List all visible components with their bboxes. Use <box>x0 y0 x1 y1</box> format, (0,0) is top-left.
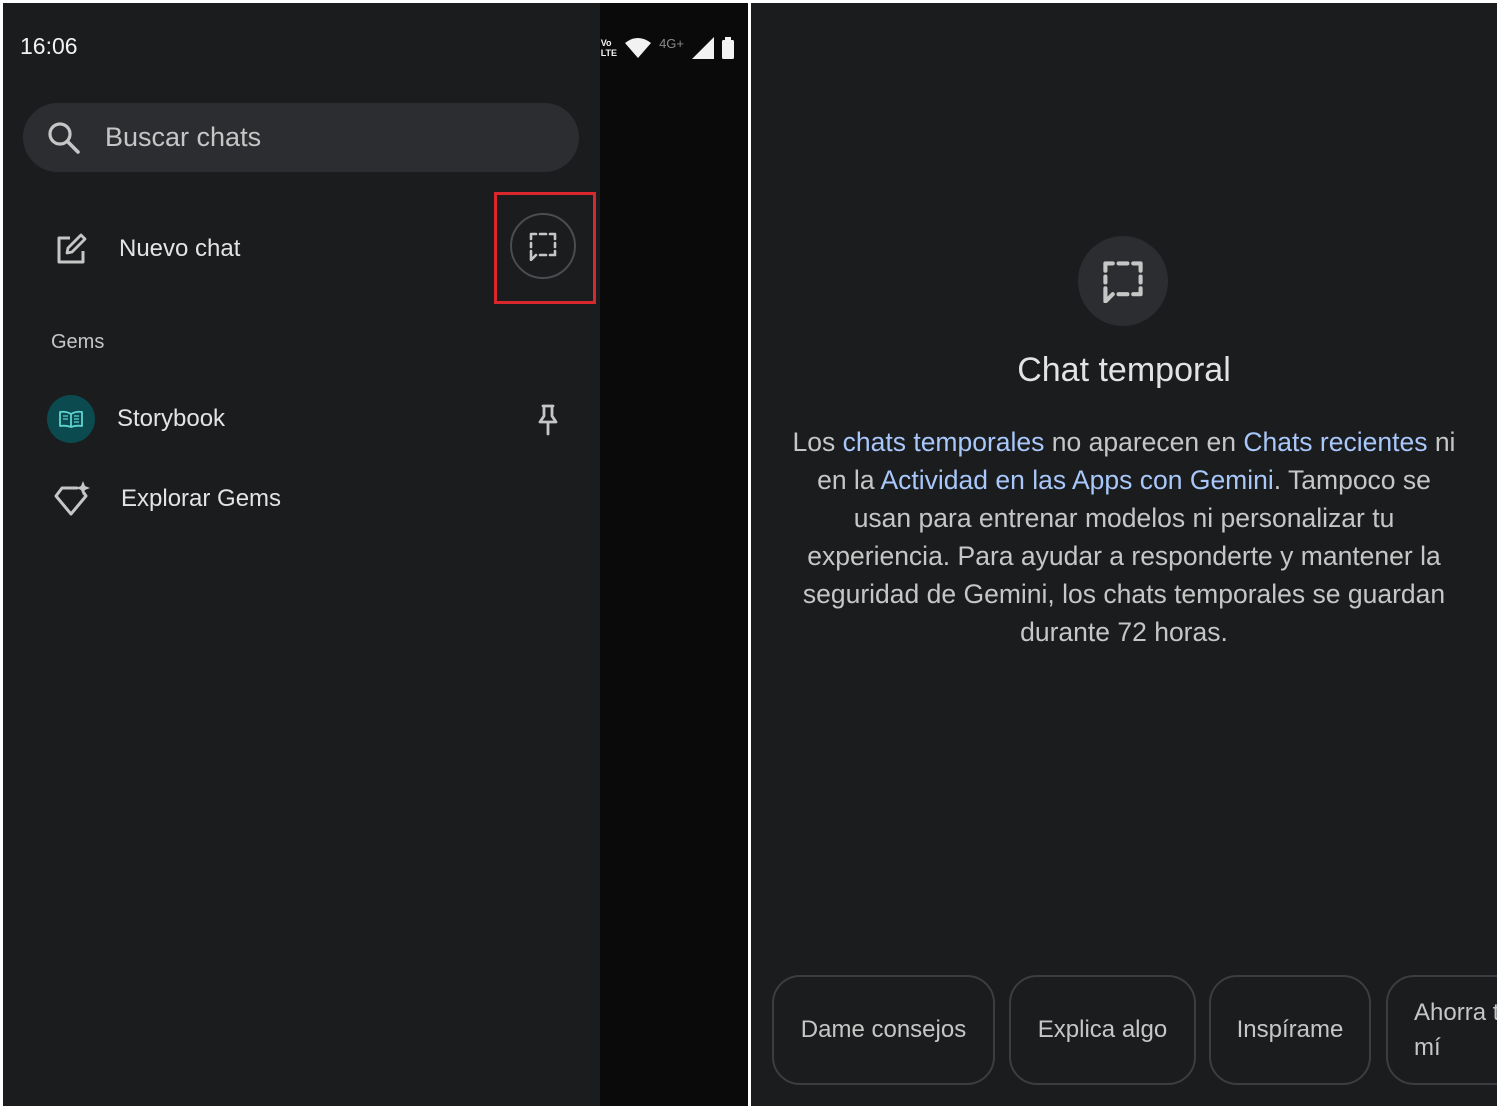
temporary-chat-button[interactable] <box>510 213 576 279</box>
temporary-chat-badge <box>1078 236 1168 326</box>
left-screen: 16:06 Vo LTE 4G+ Buscar chats Nuevo chat… <box>3 3 748 1106</box>
link-recent-chats[interactable]: Chats recientes <box>1243 427 1427 457</box>
status-time: 16:06 <box>20 33 78 59</box>
suggestion-chip-line: Ahorra t <box>1414 999 1497 1026</box>
book-icon <box>59 410 83 428</box>
volte-icon: Vo LTE <box>601 38 617 58</box>
suggestion-chip-save-time[interactable]: Ahorra t mí <box>1386 975 1497 1085</box>
pin-icon[interactable] <box>537 404 559 436</box>
new-chat-label: Nuevo chat <box>119 235 241 262</box>
edit-icon <box>57 233 87 264</box>
explore-gems-button[interactable]: Explorar Gems <box>53 480 281 518</box>
battery-icon <box>722 37 734 59</box>
temporary-chat-icon <box>529 232 557 261</box>
description-text: Los <box>792 427 843 457</box>
gem-label: Storybook <box>117 405 226 432</box>
gems-section-title: Gems <box>51 331 105 353</box>
explore-gems-label: Explorar Gems <box>121 485 282 512</box>
gem-item-storybook[interactable]: Storybook <box>47 395 225 443</box>
wifi-icon <box>625 38 652 58</box>
suggestion-chip-advice[interactable]: Dame consejos <box>772 975 995 1085</box>
volte-top: Vo <box>600 38 612 48</box>
temporary-chat-title: Chat temporal <box>1017 351 1231 389</box>
link-gemini-apps-activity[interactable]: Actividad en las Apps con Gemini <box>880 465 1273 495</box>
search-chats-input[interactable] <box>103 121 527 154</box>
temporary-chat-description: Los chats temporales no aparecen en Chat… <box>787 423 1461 651</box>
signal-icon <box>692 37 714 59</box>
right-screen-temporary-chat: Chat temporal Los chats temporales no ap… <box>751 3 1497 1106</box>
temporary-chat-icon <box>1103 261 1143 303</box>
status-bar: 16:06 Vo LTE 4G+ <box>3 3 748 93</box>
new-chat-button[interactable]: Nuevo chat <box>53 223 240 275</box>
description-text: no aparecen en <box>1044 427 1244 457</box>
suggestion-chip-explain[interactable]: Explica algo <box>1009 975 1196 1085</box>
volte-bottom: LTE <box>600 48 618 58</box>
suggestion-chip-inspire[interactable]: Inspírame <box>1209 975 1371 1085</box>
network-type-label: 4G+ <box>659 35 684 51</box>
navigation-drawer: 16:06 Vo LTE 4G+ Buscar chats Nuevo chat… <box>3 3 734 1106</box>
link-temporary-chats[interactable]: chats temporales <box>843 427 1045 457</box>
search-chats-field[interactable] <box>23 103 579 172</box>
search-icon <box>48 121 80 154</box>
gem-sparkle-icon <box>54 481 90 516</box>
gem-avatar <box>47 395 95 443</box>
suggestion-chip-line: mí <box>1414 1034 1441 1061</box>
status-icons: Vo LTE 4G+ <box>601 33 734 63</box>
